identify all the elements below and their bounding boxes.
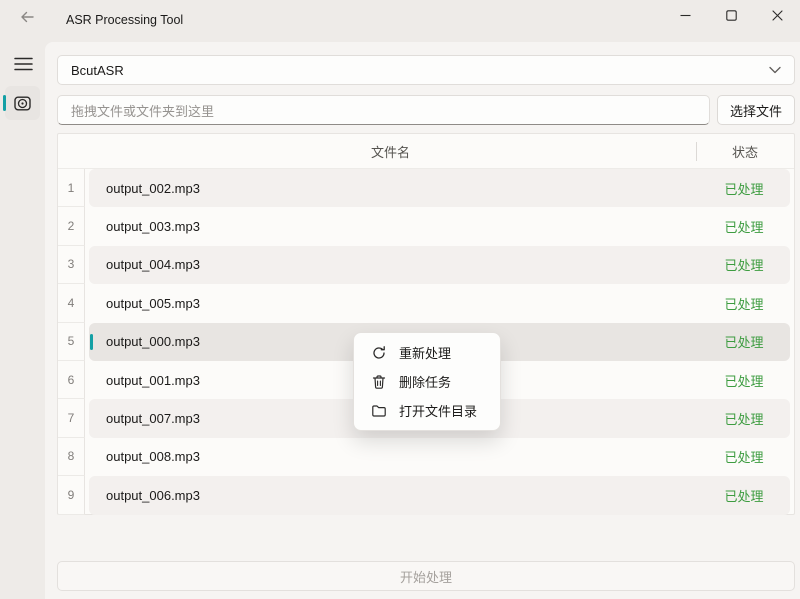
close-button[interactable] xyxy=(754,0,800,31)
row-status: 已处理 xyxy=(696,255,792,274)
back-button[interactable] xyxy=(10,3,44,31)
titlebar: ASR Processing Tool xyxy=(0,0,800,42)
choose-file-label: 选择文件 xyxy=(730,101,782,120)
maximize-button[interactable] xyxy=(708,0,754,31)
table-row[interactable]: 3 output_004.mp3 已处理 xyxy=(58,246,794,284)
context-menu-item-reprocess[interactable]: 重新处理 xyxy=(357,338,497,367)
context-menu-label: 删除任务 xyxy=(399,372,451,391)
context-menu: 重新处理 删除任务 打开文件目录 xyxy=(353,332,501,431)
table-row[interactable]: 4 output_005.mp3 已处理 xyxy=(58,284,794,322)
row-filename: output_007.mp3 xyxy=(106,411,200,426)
table-header: 文件名 状态 xyxy=(58,134,794,169)
choose-file-button[interactable]: 选择文件 xyxy=(717,95,795,125)
row-status: 已处理 xyxy=(696,371,792,390)
row-filename: output_005.mp3 xyxy=(106,296,200,311)
table-row[interactable]: 2 output_003.mp3 已处理 xyxy=(58,207,794,245)
table-row[interactable]: 9 output_006.mp3 已处理 xyxy=(58,476,794,514)
row-cell[interactable]: output_005.mp3 已处理 xyxy=(89,284,790,322)
row-index: 7 xyxy=(58,399,85,437)
back-arrow-icon xyxy=(19,9,35,25)
row-filename: output_006.mp3 xyxy=(106,488,200,503)
start-processing-label: 开始处理 xyxy=(400,567,452,586)
start-processing-button[interactable]: 开始处理 xyxy=(57,561,795,591)
context-menu-item-delete[interactable]: 删除任务 xyxy=(357,367,497,396)
context-menu-item-open-folder[interactable]: 打开文件目录 xyxy=(357,396,497,425)
selection-indicator xyxy=(90,334,93,350)
row-status: 已处理 xyxy=(696,409,792,428)
row-status: 已处理 xyxy=(696,179,792,198)
window-title: ASR Processing Tool xyxy=(66,13,183,27)
row-cell[interactable]: output_006.mp3 已处理 xyxy=(89,476,790,514)
file-table: 文件名 状态 1 output_002.mp3 已处理 2 output_003… xyxy=(57,133,795,515)
row-filename: output_001.mp3 xyxy=(106,373,200,388)
app-window: { "titlebar": { "title": "ASR Processing… xyxy=(0,0,800,599)
sidebar xyxy=(0,42,45,599)
engine-select[interactable]: BcutASR xyxy=(57,55,795,85)
table-row[interactable]: 8 output_008.mp3 已处理 xyxy=(58,438,794,476)
row-index: 8 xyxy=(58,438,85,476)
content-panel: BcutASR 拖拽文件或文件夹到这里 选择文件 文件名 状态 1 output… xyxy=(45,42,800,599)
row-filename: output_002.mp3 xyxy=(106,181,200,196)
row-filename: output_004.mp3 xyxy=(106,257,200,272)
window-controls xyxy=(662,0,800,31)
file-drop-input[interactable]: 拖拽文件或文件夹到这里 xyxy=(57,95,710,125)
row-status: 已处理 xyxy=(696,332,792,351)
row-index: 3 xyxy=(58,246,85,284)
chevron-down-icon xyxy=(769,66,781,74)
close-icon xyxy=(772,10,783,21)
nav-menu-button[interactable] xyxy=(8,50,38,78)
row-status: 已处理 xyxy=(696,294,792,313)
hamburger-menu-icon xyxy=(14,57,33,71)
row-cell[interactable]: output_002.mp3 已处理 xyxy=(89,169,790,207)
recorder-icon xyxy=(13,94,32,113)
context-menu-label: 打开文件目录 xyxy=(399,401,477,420)
context-menu-label: 重新处理 xyxy=(399,343,451,362)
row-index: 4 xyxy=(58,284,85,322)
row-filename: output_003.mp3 xyxy=(106,219,200,234)
row-status: 已处理 xyxy=(696,447,792,466)
row-filename: output_008.mp3 xyxy=(106,449,200,464)
row-cell[interactable]: output_003.mp3 已处理 xyxy=(89,207,790,245)
table-row[interactable]: 1 output_002.mp3 已处理 xyxy=(58,169,794,207)
column-header-filename: 文件名 xyxy=(85,142,696,161)
row-filename: output_000.mp3 xyxy=(106,334,200,349)
refresh-icon xyxy=(371,345,387,361)
row-status: 已处理 xyxy=(696,486,792,505)
sidebar-item-recorder[interactable] xyxy=(5,86,40,120)
minimize-icon xyxy=(680,10,691,21)
row-index: 5 xyxy=(58,323,85,361)
engine-select-value: BcutASR xyxy=(71,63,124,78)
column-header-status: 状态 xyxy=(696,142,794,161)
row-index: 9 xyxy=(58,476,85,514)
maximize-icon xyxy=(726,10,737,21)
row-cell[interactable]: output_004.mp3 已处理 xyxy=(89,246,790,284)
folder-icon xyxy=(371,403,387,419)
row-cell[interactable]: output_008.mp3 已处理 xyxy=(89,438,790,476)
trash-icon xyxy=(371,374,387,390)
row-index: 2 xyxy=(58,207,85,245)
minimize-button[interactable] xyxy=(662,0,708,31)
selection-indicator xyxy=(3,95,6,111)
row-index: 6 xyxy=(58,361,85,399)
row-index: 1 xyxy=(58,169,85,207)
file-drop-placeholder: 拖拽文件或文件夹到这里 xyxy=(71,101,214,120)
row-status: 已处理 xyxy=(696,217,792,236)
